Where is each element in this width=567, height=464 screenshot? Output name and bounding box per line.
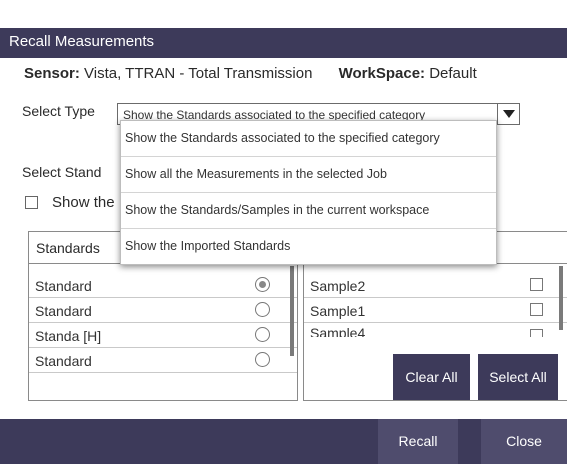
chevron-down-icon	[503, 110, 515, 118]
standard-row[interactable]: Standard	[29, 298, 297, 323]
dropdown-option-label: Show the Imported Standards	[125, 239, 291, 253]
dialog-title: Recall Measurements	[9, 33, 155, 50]
sensor-value: Vista, TTRAN - Total Transmission	[84, 65, 313, 82]
standard-name: Standard	[35, 303, 92, 319]
sample-checkbox[interactable]	[530, 303, 543, 316]
dropdown-option[interactable]: Show all the Measurements in the selecte…	[121, 157, 496, 193]
workspace-value: Default	[429, 65, 477, 82]
standard-row[interactable]: Standard	[29, 273, 297, 298]
clear-all-button[interactable]: Clear All	[393, 354, 470, 400]
dropdown-option[interactable]: Show the Imported Standards	[121, 229, 496, 265]
sample-name: Sample1	[310, 303, 366, 319]
select-all-button[interactable]: Select All	[478, 354, 558, 400]
dropdown-option[interactable]: Show the Standards associated to the spe…	[121, 121, 496, 157]
radio-icon[interactable]	[255, 327, 270, 342]
standard-name: Standard	[35, 278, 92, 294]
close-button[interactable]: Close	[481, 419, 567, 464]
show-checkbox-label: Show the	[52, 194, 115, 211]
sample-row[interactable]: Sample1	[304, 298, 567, 323]
sample-row[interactable]: Sample4	[304, 323, 567, 337]
standard-row[interactable]: Standa [H]	[29, 323, 297, 348]
dialog-titlebar: Recall Measurements	[0, 0, 567, 58]
select-standard-label: Select Stand	[22, 164, 102, 180]
dropdown-option-label: Show the Standards/Samples in the curren…	[125, 203, 430, 217]
radio-icon[interactable]	[255, 352, 270, 367]
sensor-info: Sensor: Vista, TTRAN - Total Transmissio…	[24, 65, 477, 82]
standard-name: Standa [H]	[35, 328, 102, 344]
dropdown-option[interactable]: Show the Standards/Samples in the curren…	[121, 193, 496, 229]
standard-name: Standard	[35, 353, 92, 369]
sample-checkbox[interactable]	[530, 278, 543, 291]
dropdown-option-label: Show all the Measurements in the selecte…	[125, 167, 387, 181]
standards-scrollbar[interactable]	[290, 266, 294, 356]
radio-selected-icon[interactable]	[255, 277, 270, 292]
dialog-footer: Recall Close	[0, 419, 567, 464]
show-checkbox[interactable]	[25, 196, 38, 209]
standards-header-label: Standards	[36, 240, 100, 256]
sample-checkbox[interactable]	[530, 329, 543, 337]
dropdown-option-label: Show the Standards associated to the spe…	[125, 131, 440, 145]
sensor-label: Sensor:	[24, 65, 80, 82]
sample-row[interactable]: Sample2	[304, 273, 567, 298]
workspace-label: WorkSpace:	[338, 65, 426, 82]
radio-icon[interactable]	[255, 302, 270, 317]
sample-name: Sample4	[310, 325, 366, 337]
dropdown-toggle-button[interactable]	[497, 104, 519, 124]
samples-scrollbar[interactable]	[559, 266, 563, 330]
select-type-label: Select Type	[22, 103, 95, 119]
standard-row[interactable]: Standard	[29, 348, 297, 373]
sample-name: Sample2	[310, 278, 366, 294]
select-type-options-list: Show the Standards associated to the spe…	[120, 120, 497, 265]
recall-button[interactable]: Recall	[378, 419, 458, 464]
